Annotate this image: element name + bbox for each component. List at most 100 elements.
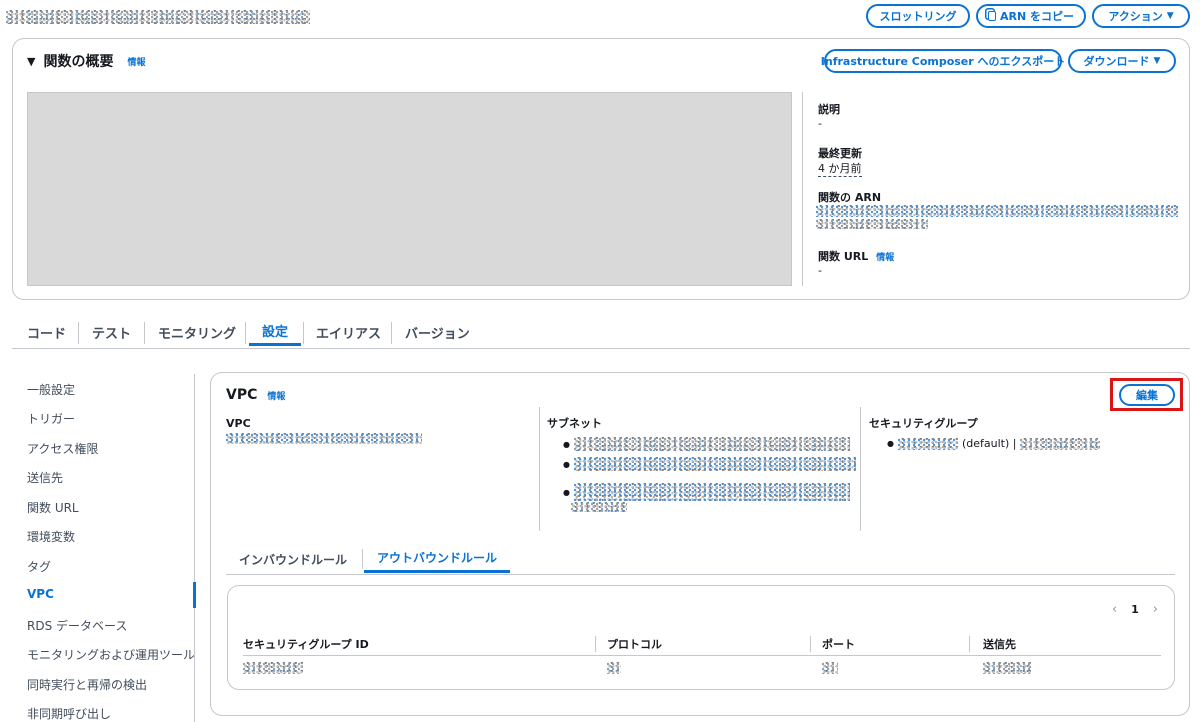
actions-button[interactable]: アクション ▼ (1092, 4, 1190, 28)
sg-id-cell-redacted (243, 662, 303, 674)
tab-separator (362, 549, 363, 569)
actions-button-label: アクション (1108, 10, 1163, 23)
subnet-id-redacted (573, 483, 850, 501)
sidebar-divider (194, 374, 195, 722)
bullet-icon: ● (563, 459, 570, 469)
tab-code[interactable]: コード (27, 318, 66, 346)
description-value: - (818, 117, 822, 130)
tab-configuration-label: 設定 (261, 325, 288, 340)
sidebar-item-tags[interactable]: タグ (27, 558, 51, 575)
col-separator (595, 636, 596, 652)
tab-code-label: コード (27, 326, 67, 342)
vpc-card: VPC 情報 編集 VPC サブネット ● ● ● セキュリティグループ ● (… (210, 372, 1190, 716)
function-name-redacted (6, 10, 310, 24)
tab-separator (245, 322, 246, 344)
subnet-id-redacted (573, 457, 856, 471)
security-group-name-redacted (1020, 437, 1101, 450)
sidebar-item-function-url[interactable]: 関数 URL (27, 499, 79, 516)
rules-table-container: ‹ 1 › セキュリティグループ ID プロトコル ポート 送信先 (227, 585, 1175, 690)
tab-monitoring[interactable]: モニタリング (158, 318, 236, 346)
edit-button[interactable]: 編集 (1119, 384, 1175, 406)
prev-page-icon[interactable]: ‹ (1112, 602, 1117, 617)
function-url-field: 関数 URL 情報 (818, 248, 894, 264)
overview-divider (802, 92, 803, 286)
sidebar-item-async[interactable]: 非同期呼び出し (27, 705, 111, 722)
tab-monitoring-label: モニタリング (158, 326, 237, 342)
throttle-button[interactable]: スロットリング (866, 4, 970, 28)
tab-aliases-label: エイリアス (316, 326, 382, 342)
tab-inbound-label: インバウンドルール (238, 552, 347, 567)
tab-configuration[interactable]: 設定 (249, 318, 301, 346)
tab-separator (78, 322, 79, 344)
security-group-default: (default) | (961, 437, 1017, 450)
list-item: ● (563, 457, 856, 471)
sidebar-item-rds[interactable]: RDS データベース (27, 617, 127, 634)
sidebar-item-permissions[interactable]: アクセス権限 (27, 440, 98, 457)
col-header-destination: 送信先 (983, 638, 1016, 651)
sidebar-item-general[interactable]: 一般設定 (27, 381, 75, 398)
edit-button-label: 編集 (1136, 389, 1158, 402)
copy-arn-button-label: ARN をコピー (999, 10, 1074, 23)
description-label: 説明 (818, 103, 840, 116)
column-divider (860, 407, 861, 531)
col-separator (810, 636, 811, 652)
next-page-icon[interactable]: › (1153, 602, 1158, 617)
tab-aliases[interactable]: エイリアス (316, 318, 381, 346)
tab-inbound-rules[interactable]: インバウンドルール (226, 545, 360, 573)
table-row (243, 660, 1161, 678)
security-group-label: セキュリティグループ (869, 417, 978, 430)
sidebar-item-monitoring-tools[interactable]: モニタリングおよび運用ツール (27, 646, 195, 663)
vpc-id-label: VPC (226, 417, 251, 430)
vpc-header: VPC 情報 (226, 387, 285, 403)
sidebar-item-env-vars[interactable]: 環境変数 (27, 528, 75, 545)
caret-down-icon: ▼ (1153, 56, 1161, 66)
list-item: ● (563, 483, 856, 501)
collapse-caret-icon[interactable]: ▼ (27, 55, 35, 68)
sidebar-item-concurrency[interactable]: 同時実行と再帰の検出 (27, 676, 147, 693)
function-arn-redacted (816, 205, 1178, 217)
bullet-icon: ● (563, 487, 570, 497)
download-label: ダウンロード (1083, 55, 1150, 68)
overview-header: ▼ 関数の概要 情報 (27, 51, 145, 71)
overview-info-link[interactable]: 情報 (127, 55, 145, 68)
list-item (571, 501, 856, 512)
overview-title: 関数の概要 (43, 54, 114, 70)
tab-outbound-rules[interactable]: アウトバウンドルール (364, 545, 510, 573)
page-number[interactable]: 1 (1131, 603, 1139, 616)
col-header-sg-id: セキュリティグループ ID (243, 638, 369, 651)
destination-cell-redacted (983, 662, 1031, 674)
caret-down-icon: ▼ (1166, 11, 1174, 21)
table-header: セキュリティグループ ID プロトコル ポート 送信先 (243, 636, 1161, 656)
last-modified-value: 4 か月前 (818, 162, 862, 177)
tab-separator (303, 322, 304, 344)
col-separator (969, 636, 970, 652)
list-item: ● (563, 437, 856, 451)
function-arn-label: 関数の ARN (818, 191, 882, 204)
function-url-value: - (818, 264, 822, 277)
col-header-port: ポート (822, 638, 855, 651)
function-arn-redacted-line2 (816, 219, 928, 229)
vpc-id-redacted (226, 433, 422, 444)
vpc-info-link[interactable]: 情報 (267, 389, 285, 402)
pagination: ‹ 1 › (1112, 602, 1158, 617)
tab-test[interactable]: テスト (92, 318, 131, 346)
copy-icon (988, 11, 996, 21)
tab-versions[interactable]: バージョン (405, 318, 470, 346)
sidebar-item-vpc[interactable]: VPC (27, 587, 54, 601)
tab-test-label: テスト (92, 326, 132, 342)
sidebar-item-destinations[interactable]: 送信先 (27, 469, 63, 486)
copy-arn-button[interactable]: ARN をコピー (976, 4, 1086, 28)
security-group-item: ● (default) | (887, 437, 1101, 450)
tab-separator (144, 322, 145, 344)
download-button[interactable]: ダウンロード ▼ (1068, 49, 1176, 73)
function-url-info-link[interactable]: 情報 (876, 250, 894, 263)
subnet-list: ● ● ● (563, 437, 856, 512)
protocol-cell-redacted (607, 662, 621, 674)
column-divider (539, 407, 540, 531)
export-composer-button[interactable]: Infrastructure Composer へのエクスポート (821, 49, 1065, 73)
last-modified-label: 最終更新 (818, 147, 862, 160)
subnet-id-redacted (573, 437, 850, 451)
function-diagram (27, 92, 792, 286)
sidebar-item-triggers[interactable]: トリガー (27, 410, 75, 427)
port-cell-redacted (822, 662, 838, 674)
